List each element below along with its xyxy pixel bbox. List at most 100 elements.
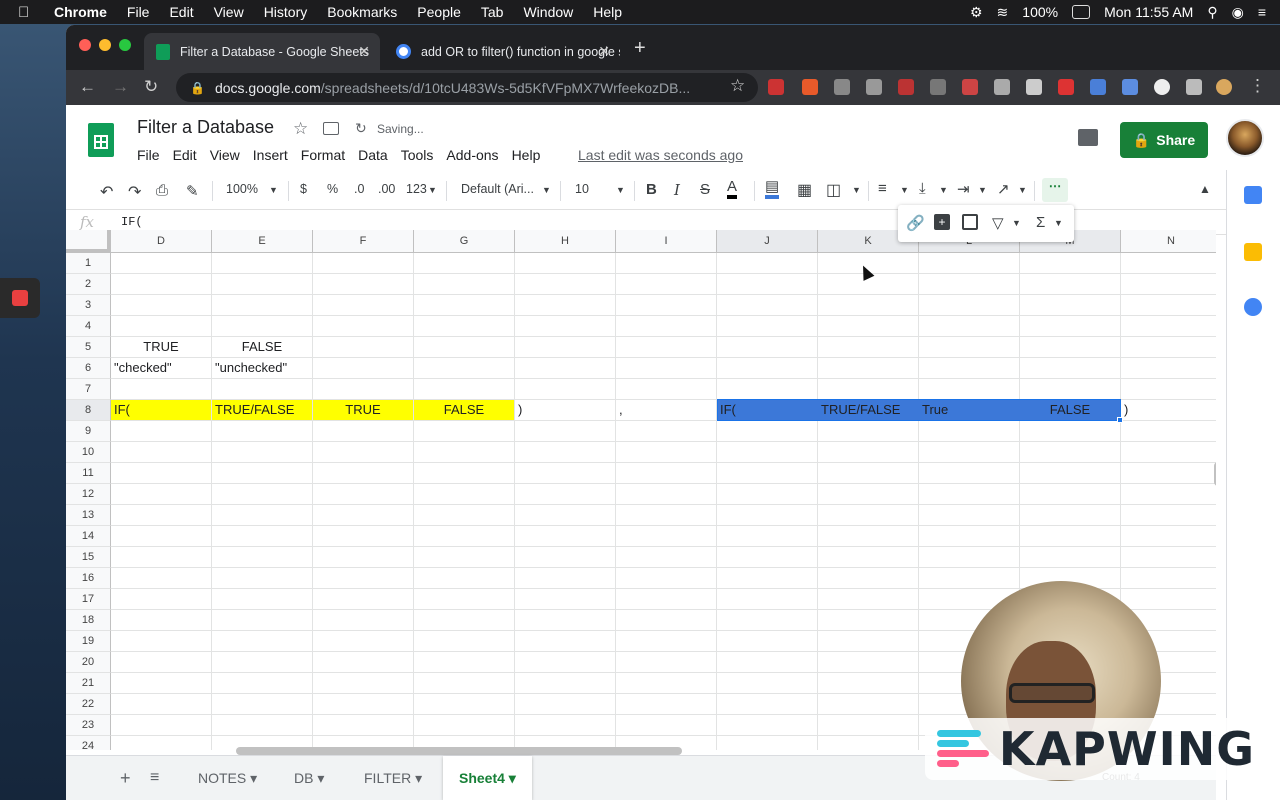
grid-cell[interactable] — [1020, 295, 1121, 316]
grid-cell[interactable] — [818, 316, 919, 337]
grid-cell[interactable] — [919, 337, 1020, 358]
grid-cell[interactable] — [616, 526, 717, 547]
extension-icon[interactable] — [1026, 79, 1042, 95]
grid-cell[interactable] — [515, 316, 616, 337]
menu-help[interactable]: Help — [512, 147, 541, 163]
grid-cell[interactable] — [717, 337, 818, 358]
grid-cell[interactable] — [111, 631, 212, 652]
close-tab-icon[interactable]: ✕ — [358, 43, 370, 60]
menubar-tab[interactable]: Tab — [481, 4, 504, 20]
grid-cell[interactable] — [313, 358, 414, 379]
row-header[interactable]: 14 — [66, 526, 111, 547]
grid-cell[interactable] — [818, 694, 919, 715]
grid-cell[interactable] — [616, 337, 717, 358]
undo-icon[interactable]: ↶ — [100, 182, 113, 202]
grid-cell[interactable] — [515, 547, 616, 568]
grid-cell[interactable] — [111, 673, 212, 694]
fill-color-icon[interactable]: ▤ — [765, 179, 780, 199]
grid-cell[interactable] — [515, 652, 616, 673]
grid-cell[interactable] — [313, 295, 414, 316]
grid-cell[interactable] — [414, 547, 515, 568]
insert-link-icon[interactable]: 🔗 — [906, 214, 925, 232]
grid-cell[interactable] — [818, 652, 919, 673]
extension-icon[interactable] — [866, 79, 882, 95]
grid-cell[interactable] — [212, 631, 313, 652]
grid-cell[interactable] — [313, 316, 414, 337]
grid-cell[interactable] — [1020, 316, 1121, 337]
grid-cell[interactable] — [111, 589, 212, 610]
grid-cell[interactable] — [515, 568, 616, 589]
grid-cell[interactable] — [414, 610, 515, 631]
italic-button[interactable]: I — [674, 181, 680, 199]
move-folder-icon[interactable] — [323, 122, 339, 135]
grid-cell[interactable] — [919, 274, 1020, 295]
extension-icon[interactable] — [1058, 79, 1074, 95]
grid-cell[interactable] — [515, 694, 616, 715]
grid-cell[interactable] — [616, 463, 717, 484]
tab-filter-database[interactable]: Filter a Database - Google Sheets ✕ — [144, 33, 380, 70]
grid-cell[interactable] — [515, 463, 616, 484]
grid-cell[interactable] — [717, 442, 818, 463]
cell-j8[interactable]: IF( — [717, 400, 818, 421]
row-header[interactable]: 17 — [66, 589, 111, 610]
grid-cell[interactable] — [616, 484, 717, 505]
google-sheets-logo-icon[interactable] — [88, 123, 114, 157]
chevron-down-icon[interactable]: ▼ — [900, 185, 909, 195]
text-wrapping-icon[interactable]: ⇥ — [957, 180, 970, 198]
grid-cell[interactable] — [1121, 253, 1216, 274]
zoom-select[interactable]: 100% — [226, 182, 258, 196]
grid-cell[interactable] — [616, 505, 717, 526]
grid-cell[interactable] — [919, 568, 1020, 589]
grid-cell[interactable] — [1020, 526, 1121, 547]
fill-handle[interactable] — [1117, 417, 1123, 423]
grid-cell[interactable] — [616, 589, 717, 610]
grid-cell[interactable] — [616, 610, 717, 631]
bold-button[interactable]: B — [646, 181, 657, 198]
grid-cell[interactable] — [313, 526, 414, 547]
grid-cell[interactable] — [515, 589, 616, 610]
text-color-button[interactable]: A — [727, 179, 738, 199]
wifi-icon[interactable]: ≋ — [997, 4, 1009, 21]
grid-cell[interactable] — [111, 526, 212, 547]
grid-cell[interactable] — [111, 484, 212, 505]
grid-cell[interactable] — [818, 421, 919, 442]
sheet-tab-sheet4[interactable]: Sheet4 ▾ — [443, 756, 532, 800]
grid-cell[interactable] — [111, 694, 212, 715]
grid-cell[interactable] — [1121, 379, 1216, 400]
grid-cell[interactable] — [616, 379, 717, 400]
grid-cell[interactable] — [717, 526, 818, 547]
grid-cell[interactable] — [414, 379, 515, 400]
new-tab-button[interactable]: + — [634, 37, 646, 60]
creative-cloud-icon[interactable]: ⚙ — [970, 4, 983, 21]
row-header[interactable]: 24 — [66, 736, 111, 750]
minimize-window-button[interactable] — [99, 39, 111, 51]
grid-cell[interactable] — [111, 736, 212, 750]
grid-cell[interactable] — [717, 253, 818, 274]
menu-edit[interactable]: Edit — [173, 147, 197, 163]
cell-g8[interactable]: FALSE — [414, 400, 515, 421]
grid-cell[interactable] — [313, 631, 414, 652]
grid-cell[interactable] — [818, 337, 919, 358]
grid-cell[interactable] — [919, 463, 1020, 484]
paint-format-icon[interactable]: ✎ — [186, 182, 199, 200]
grid-cell[interactable] — [717, 421, 818, 442]
menu-format[interactable]: Format — [301, 147, 345, 163]
comment-history-icon[interactable] — [1078, 129, 1098, 146]
horizontal-scrollbar[interactable] — [236, 747, 682, 755]
menu-tools[interactable]: Tools — [401, 147, 434, 163]
cell-d8[interactable]: IF( — [111, 400, 212, 421]
grid-cell[interactable] — [212, 715, 313, 736]
grid-cell[interactable] — [818, 589, 919, 610]
menubar-file[interactable]: File — [127, 4, 150, 20]
text-rotation-icon[interactable]: ↗ — [997, 180, 1010, 198]
row-header[interactable]: 22 — [66, 694, 111, 715]
forward-icon[interactable]: → — [112, 77, 129, 97]
grid-cell[interactable] — [616, 442, 717, 463]
grid-cell[interactable] — [616, 358, 717, 379]
cell-e6[interactable]: "unchecked" — [212, 358, 313, 379]
grid-cell[interactable] — [818, 673, 919, 694]
grid-cell[interactable] — [717, 295, 818, 316]
menubar-people[interactable]: People — [417, 4, 461, 20]
grid-cell[interactable] — [1121, 316, 1216, 337]
row-header[interactable]: 20 — [66, 652, 111, 673]
